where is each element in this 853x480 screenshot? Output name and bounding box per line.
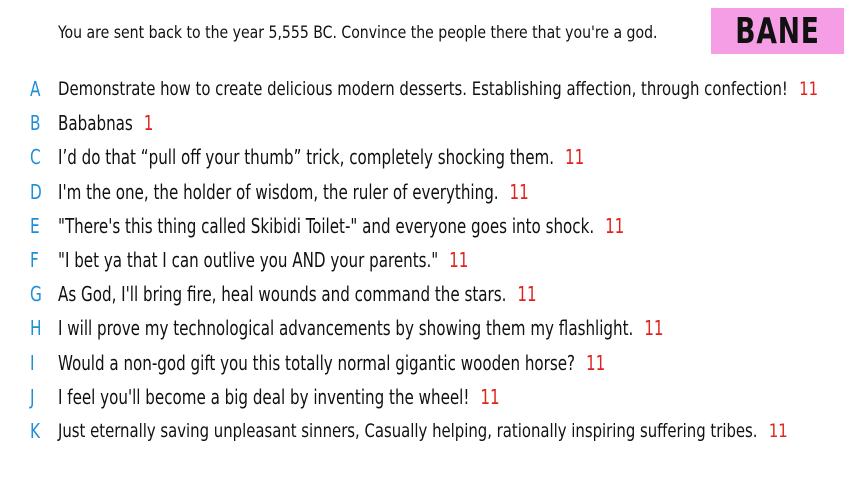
answer-row-c: C I’d do that “pull off your thumb” tric… [30, 140, 845, 174]
answer-score: 11 [517, 282, 537, 307]
answer-text: Just eternally saving unpleasant sinners… [58, 419, 758, 442]
answer-text: I’d do that “pull off your thumb” trick,… [58, 145, 555, 170]
prompt-text: You are sent back to the year 5,555 BC. … [58, 23, 658, 43]
answer-text: "There's this thing called Skibidi Toile… [58, 213, 595, 238]
answer-letter: I [30, 350, 35, 375]
answer-text: Demonstrate how to create delicious mode… [58, 78, 788, 101]
answer-list: A Demonstrate how to create delicious mo… [30, 72, 845, 448]
answer-score: 11 [644, 316, 664, 341]
answer-score: 11 [564, 145, 585, 170]
answer-score: 11 [605, 213, 625, 238]
answer-text: "I bet ya that I can outlive you AND you… [58, 248, 439, 273]
answer-text: As God, I'll bring fire, heal wounds and… [58, 282, 507, 307]
answer-row-g: G As God, I'll bring fire, heal wounds a… [30, 277, 845, 311]
answer-letter: D [30, 179, 42, 204]
answer-row-e: E "There's this thing called Skibidi Toi… [30, 209, 845, 243]
answer-text: Bababnas [58, 111, 133, 136]
answer-text: I will prove my technological advancemen… [58, 316, 634, 341]
answer-letter: K [30, 418, 41, 443]
tag-label: BANE [735, 10, 820, 52]
answer-letter: J [30, 384, 35, 409]
answer-text: I'm the one, the holder of wisdom, the r… [58, 179, 499, 204]
answer-row-h: H I will prove my technological advancem… [30, 311, 845, 345]
answer-score: 11 [799, 78, 819, 101]
answer-letter: H [30, 316, 42, 341]
answer-row-k: K Just eternally saving unpleasant sinne… [30, 414, 845, 448]
answer-row-b: B Bababnas 1 [30, 106, 845, 140]
answer-letter: A [30, 77, 41, 102]
answer-score: 11 [586, 350, 606, 375]
answer-text: I feel you'll become a big deal by inven… [58, 384, 470, 409]
answer-letter: G [30, 282, 42, 307]
answer-letter: F [30, 248, 39, 273]
answer-row-j: J I feel you'll become a big deal by inv… [30, 380, 845, 414]
answer-text: Would a non-god gift you this totally no… [58, 350, 576, 375]
answer-row-a: A Demonstrate how to create delicious mo… [30, 72, 845, 106]
tag-badge: BANE [711, 8, 844, 54]
answer-letter: B [30, 111, 41, 136]
answer-row-d: D I'm the one, the holder of wisdom, the… [30, 175, 845, 209]
answer-score: 11 [449, 248, 469, 273]
answer-row-f: F "I bet ya that I can outlive you AND y… [30, 243, 845, 277]
answer-score: 1 [143, 111, 154, 136]
answer-letter: E [30, 213, 40, 238]
answer-letter: C [30, 145, 41, 170]
answer-score: 11 [768, 419, 788, 442]
answer-score: 11 [480, 384, 500, 409]
answer-row-i: I Would a non-god gift you this totally … [30, 346, 845, 380]
answer-score: 11 [509, 179, 529, 204]
